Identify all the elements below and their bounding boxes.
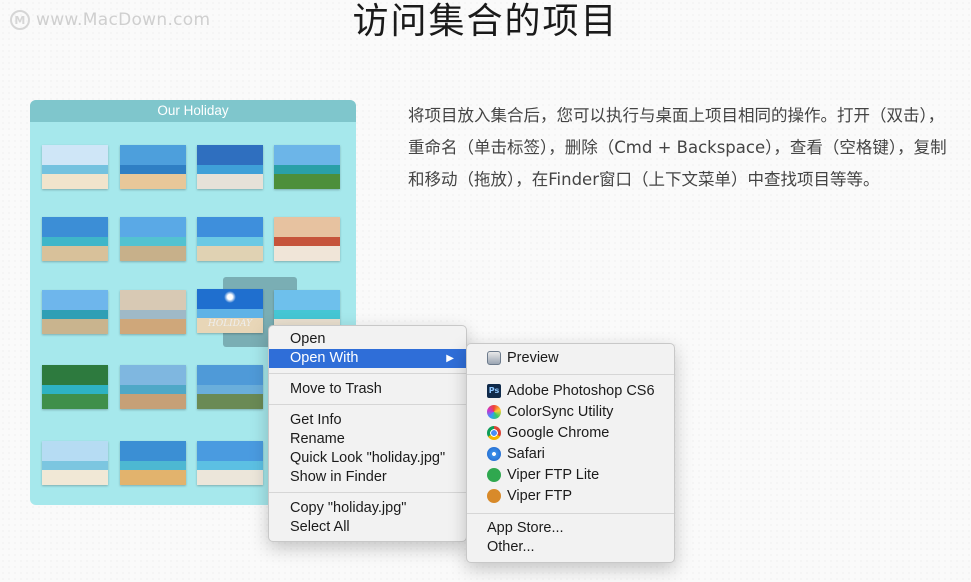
submenu-item-app-store[interactable]: App Store... bbox=[467, 519, 674, 538]
photo-thumbnail[interactable] bbox=[42, 365, 108, 409]
photo-thumbnail[interactable] bbox=[274, 145, 340, 189]
submenu-item-viper-ftp-label: Viper FTP bbox=[507, 488, 573, 504]
description-text: 将项目放入集合后，您可以执行与桌面上项目相同的操作。打开（双击），重命名（单击标… bbox=[408, 106, 947, 189]
submenu-item-colorsync[interactable]: ColorSync Utility bbox=[467, 402, 674, 423]
submenu-item-other[interactable]: Other... bbox=[467, 538, 674, 557]
photo-thumbnail[interactable] bbox=[42, 441, 108, 485]
photo-thumbnail[interactable] bbox=[120, 145, 186, 189]
submenu-item-photoshop[interactable]: Ps Adobe Photoshop CS6 bbox=[467, 381, 674, 402]
page-heading: 访问集合的项目 bbox=[352, 1, 619, 42]
photo-thumbnail[interactable] bbox=[120, 217, 186, 261]
menu-separator bbox=[467, 374, 674, 375]
submenu-item-chrome-label: Google Chrome bbox=[507, 425, 610, 441]
context-menu: Open Open With ▶ Move to Trash Get Info … bbox=[268, 325, 467, 542]
submenu-item-safari[interactable]: Safari bbox=[467, 444, 674, 465]
preview-icon bbox=[487, 351, 501, 365]
menu-item-open-with[interactable]: Open With ▶ bbox=[269, 349, 466, 368]
colorsync-icon bbox=[487, 405, 501, 419]
menu-item-get-info[interactable]: Get Info bbox=[269, 411, 466, 430]
photo-thumbnail[interactable] bbox=[120, 441, 186, 485]
submenu-item-preview-label: Preview bbox=[507, 350, 559, 366]
photo-thumbnail[interactable] bbox=[42, 290, 108, 334]
menu-item-move-to-trash[interactable]: Move to Trash bbox=[269, 380, 466, 399]
photo-thumbnail[interactable] bbox=[197, 145, 263, 189]
menu-item-show-in-finder[interactable]: Show in Finder bbox=[269, 468, 466, 487]
submenu-item-photoshop-label: Adobe Photoshop CS6 bbox=[507, 383, 655, 399]
photo-thumbnail[interactable]: HOLIDAY bbox=[197, 289, 263, 333]
photo-thumbnail[interactable] bbox=[42, 145, 108, 189]
menu-item-copy[interactable]: Copy "holiday.jpg" bbox=[269, 499, 466, 518]
menu-separator bbox=[269, 404, 466, 405]
submenu-item-colorsync-label: ColorSync Utility bbox=[507, 404, 614, 420]
submenu-arrow-icon: ▶ bbox=[446, 353, 454, 364]
menu-item-open[interactable]: Open bbox=[269, 330, 466, 349]
submenu-item-viper-ftp-lite-label: Viper FTP Lite bbox=[507, 467, 600, 483]
menu-item-open-with-label: Open With bbox=[290, 350, 359, 366]
submenu-item-safari-label: Safari bbox=[507, 446, 545, 462]
menu-item-select-all[interactable]: Select All bbox=[269, 518, 466, 537]
chrome-icon bbox=[487, 426, 501, 440]
photo-thumbnail[interactable] bbox=[274, 217, 340, 261]
submenu-item-preview[interactable]: Preview bbox=[467, 348, 674, 369]
photo-thumbnail[interactable] bbox=[120, 290, 186, 334]
menu-item-rename[interactable]: Rename bbox=[269, 430, 466, 449]
viper-ftp-lite-icon bbox=[487, 468, 501, 482]
viper-ftp-icon bbox=[487, 489, 501, 503]
menu-separator bbox=[269, 492, 466, 493]
submenu-item-chrome[interactable]: Google Chrome bbox=[467, 423, 674, 444]
photo-thumbnail[interactable] bbox=[197, 217, 263, 261]
safari-icon bbox=[487, 447, 501, 461]
open-with-submenu: Preview Ps Adobe Photoshop CS6 ColorSync… bbox=[466, 343, 675, 563]
photo-thumbnail[interactable] bbox=[197, 441, 263, 485]
photoshop-icon: Ps bbox=[487, 384, 501, 398]
photo-thumbnail[interactable] bbox=[197, 365, 263, 409]
menu-item-quick-look[interactable]: Quick Look "holiday.jpg" bbox=[269, 449, 466, 468]
holiday-sand-text: HOLIDAY bbox=[207, 319, 253, 329]
menu-separator bbox=[467, 513, 674, 514]
submenu-item-viper-ftp[interactable]: Viper FTP bbox=[467, 486, 674, 507]
collection-title: Our Holiday bbox=[30, 100, 356, 122]
submenu-item-viper-ftp-lite[interactable]: Viper FTP Lite bbox=[467, 465, 674, 486]
photo-thumbnail[interactable] bbox=[42, 217, 108, 261]
photo-thumbnail[interactable] bbox=[120, 365, 186, 409]
menu-separator bbox=[269, 373, 466, 374]
sun-icon bbox=[224, 291, 236, 303]
